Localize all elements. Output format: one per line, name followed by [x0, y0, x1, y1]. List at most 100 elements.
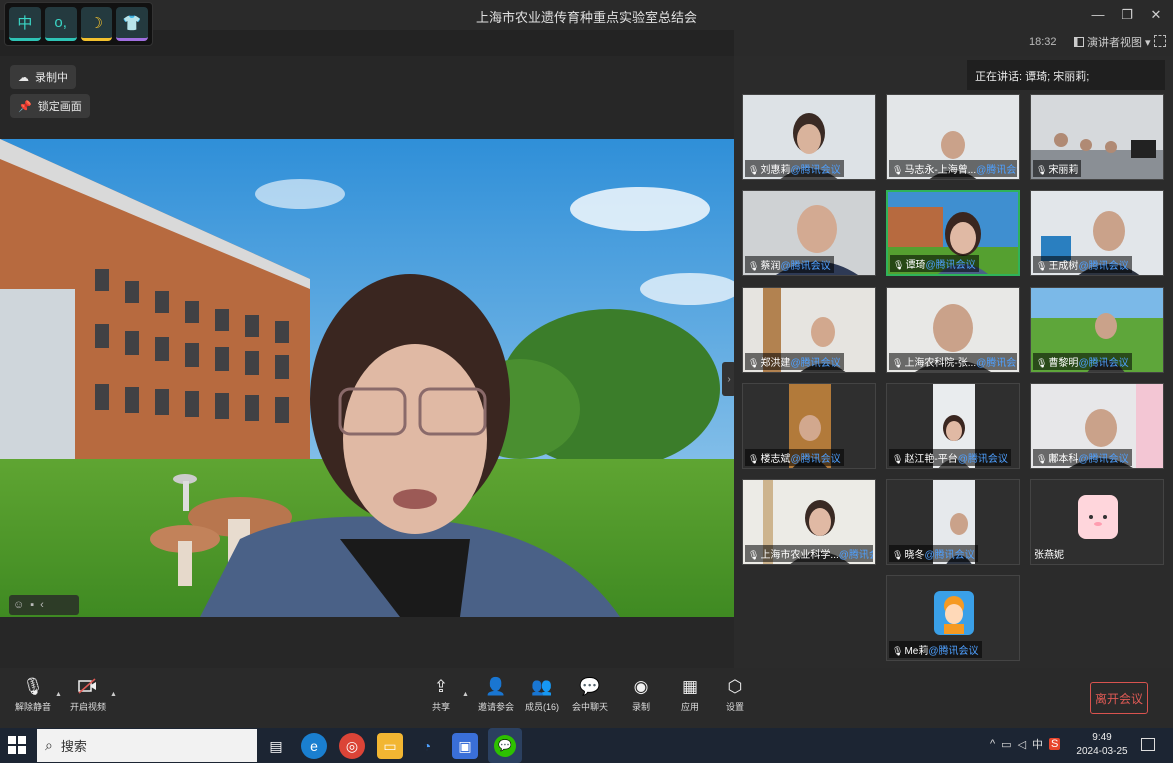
leave-meeting-button[interactable]: 离开会议	[1090, 682, 1148, 714]
participant-tile-self[interactable]: 🎙Me莉@腾讯会议	[886, 575, 1020, 661]
mic-muted-icon: 🎙	[892, 454, 904, 464]
camera-off-icon	[78, 678, 98, 696]
network-icon[interactable]: ▭	[1001, 738, 1011, 751]
tray-expand-icon[interactable]: ^	[990, 738, 995, 750]
record-icon: ◉	[633, 677, 649, 696]
participant-tile[interactable]: 🎙蔡润@腾讯会议	[742, 190, 876, 276]
ime-indicator[interactable]: 中	[1032, 736, 1043, 752]
mic-muted-icon: 🎙	[1036, 358, 1048, 368]
edge-browser-icon[interactable]: e	[301, 733, 327, 759]
chevron-down-icon: ▾	[1145, 36, 1151, 49]
close-button[interactable]: ✕	[1146, 5, 1166, 25]
participant-tile[interactable]: 🎙马志永-上海曾...@腾讯会议	[886, 94, 1020, 180]
meeting-window: 上海市农业遗传育种重点实验室总结会 — ❐ ✕ 中 o, ☽ 👕 18:32 演…	[0, 0, 1173, 763]
add-user-icon: 👤	[485, 677, 507, 696]
mic-icon: 🎙	[1036, 261, 1048, 271]
pin-icon: 📌	[18, 100, 32, 113]
search-app-icon[interactable]: ◔	[414, 733, 440, 759]
search-icon: ⌕	[45, 737, 53, 753]
mic-muted-icon: 🎙	[748, 550, 760, 560]
speaker-video-frame	[0, 139, 734, 617]
tencent-meeting-icon[interactable]: ▣	[452, 733, 478, 759]
mic-muted-icon: 🎙	[748, 165, 760, 175]
title-bar: 上海市农业遗传育种重点实验室总结会 — ❐ ✕	[0, 0, 1173, 30]
members-icon: 👥	[531, 677, 553, 696]
participant-tile[interactable]: 🎙王成树@腾讯会议	[1030, 190, 1164, 276]
recording-label: 录制中	[35, 72, 68, 84]
cloud-icon: ☁	[18, 71, 29, 84]
participant-label: 🎙上海农科院-张...@腾讯会议	[889, 353, 1017, 370]
caption-icon[interactable]: ▪	[30, 599, 34, 611]
notification-icon[interactable]	[1141, 738, 1155, 751]
participant-tile[interactable]: 🎙上海市农业科学...@腾讯会议	[742, 479, 876, 565]
participant-tile[interactable]: 张燕妮	[1030, 479, 1164, 565]
participant-tile[interactable]: 🎙郑洪建@腾讯会议	[742, 287, 876, 373]
collapse-left-icon[interactable]: ‹	[40, 599, 44, 611]
minimize-button[interactable]: —	[1088, 5, 1108, 25]
lock-view-label: 锁定画面	[37, 101, 82, 113]
view-mode-dropdown[interactable]: 演讲者视图 ▾	[1074, 34, 1151, 50]
participant-tile[interactable]: 🎙楼志斌@腾讯会议	[742, 383, 876, 469]
video-options-caret[interactable]: ▲	[110, 691, 117, 698]
audio-options-caret[interactable]: ▲	[55, 691, 62, 698]
ime-punctuation-button[interactable]: o,	[44, 7, 77, 41]
fullscreen-icon[interactable]	[1154, 35, 1166, 47]
chat-icon: 💬	[579, 677, 601, 696]
mic-icon: 🎙	[892, 165, 904, 175]
meeting-clock: 18:32	[1029, 36, 1057, 48]
apps-grid-icon: ▦	[681, 677, 699, 696]
participant-tile[interactable]: 🎙宋丽莉	[1030, 94, 1164, 180]
participant-tile[interactable]: 🎙曹黎明@腾讯会议	[1030, 287, 1164, 373]
participant-label: 🎙曹黎明@腾讯会议	[1033, 353, 1132, 370]
participant-label: 🎙蔡润@腾讯会议	[745, 256, 834, 273]
meeting-toolbar: 🎙 解除静音 ▲ 开启视频 ▲ ⇪ 共享 ▲ 👤 邀请参会 👥 成员(16) 💬…	[0, 668, 1173, 728]
share-button[interactable]: ⇪ 共享	[416, 678, 466, 713]
chrome-browser-icon[interactable]: ◎	[339, 733, 365, 759]
participant-tile[interactable]: 🎙上海农科院-张...@腾讯会议	[886, 287, 1020, 373]
file-explorer-icon[interactable]: ▭	[377, 733, 403, 759]
participant-label: 🎙赵江艳-平台@腾讯会议	[889, 449, 1011, 466]
record-button[interactable]: ◉ 录制	[616, 678, 666, 713]
volume-icon[interactable]: ◁	[1018, 738, 1026, 751]
start-video-button[interactable]: 开启视频	[63, 678, 113, 713]
participant-label: 张燕妮	[1034, 550, 1064, 561]
ime-chinese-mode-button[interactable]: 中	[9, 7, 41, 41]
taskbar-date: 2024-03-25	[1076, 746, 1128, 757]
taskbar-search-box[interactable]: ⌕ 搜索	[37, 729, 257, 762]
unmute-button[interactable]: 🎙 解除静音	[8, 678, 58, 713]
windows-start-icon[interactable]	[8, 736, 26, 754]
participant-tile[interactable]: 🎙晓冬@腾讯会议	[886, 479, 1020, 565]
invite-button[interactable]: 👤 邀请参会	[471, 678, 521, 713]
participant-tile[interactable]: 🎙刘惠莉@腾讯会议	[742, 94, 876, 180]
chat-button[interactable]: 💬 会中聊天	[565, 678, 615, 713]
share-options-caret[interactable]: ▲	[462, 691, 469, 698]
participant-label: 🎙王成树@腾讯会议	[1033, 256, 1132, 273]
share-screen-icon: ⇪	[433, 677, 449, 696]
restore-button[interactable]: ❐	[1117, 5, 1137, 25]
search-label: 搜索	[60, 739, 87, 754]
ime-moon-icon[interactable]: ☽	[80, 7, 113, 41]
recording-badge[interactable]: ☁ 录制中	[10, 65, 76, 89]
apps-button[interactable]: ▦ 应用	[665, 678, 715, 713]
emoji-icon[interactable]: ☺	[13, 599, 24, 611]
mic-muted-icon: 🎙	[892, 358, 904, 368]
participant-label: 🎙楼志斌@腾讯会议	[745, 449, 844, 466]
participant-tile-active[interactable]: 🎙谭琦@腾讯会议	[886, 190, 1020, 276]
task-view-icon[interactable]: ▤	[263, 733, 289, 759]
lock-view-button[interactable]: 📌 锁定画面	[10, 94, 90, 118]
participant-tile[interactable]: 🎙赵江艳-平台@腾讯会议	[886, 383, 1020, 469]
mic-icon: 🎙	[748, 454, 760, 464]
participant-tile[interactable]: 🎙鄘本科@腾讯会议	[1030, 383, 1164, 469]
participant-label: 🎙鄘本科@腾讯会议	[1033, 449, 1132, 466]
members-button[interactable]: 👥 成员(16)	[517, 678, 567, 713]
windows-taskbar: ⌕ 搜索 ▤ e ◎ ▭ ◔ ▣ 💬 ^ ▭ ◁ 中 S 9:49 2024-0…	[0, 728, 1173, 763]
taskbar-clock[interactable]: 9:49 2024-03-25	[1075, 731, 1129, 759]
sogou-icon[interactable]: S	[1049, 738, 1061, 750]
speaker-video	[0, 139, 734, 617]
ime-skin-icon[interactable]: 👕	[116, 7, 148, 41]
settings-button[interactable]: ⬡ 设置	[710, 678, 760, 713]
layout-icon	[1074, 37, 1084, 47]
mic-muted-icon: 🎙	[892, 550, 904, 560]
wechat-icon[interactable]: 💬	[488, 728, 522, 763]
mic-muted-icon: 🎙	[22, 677, 44, 696]
